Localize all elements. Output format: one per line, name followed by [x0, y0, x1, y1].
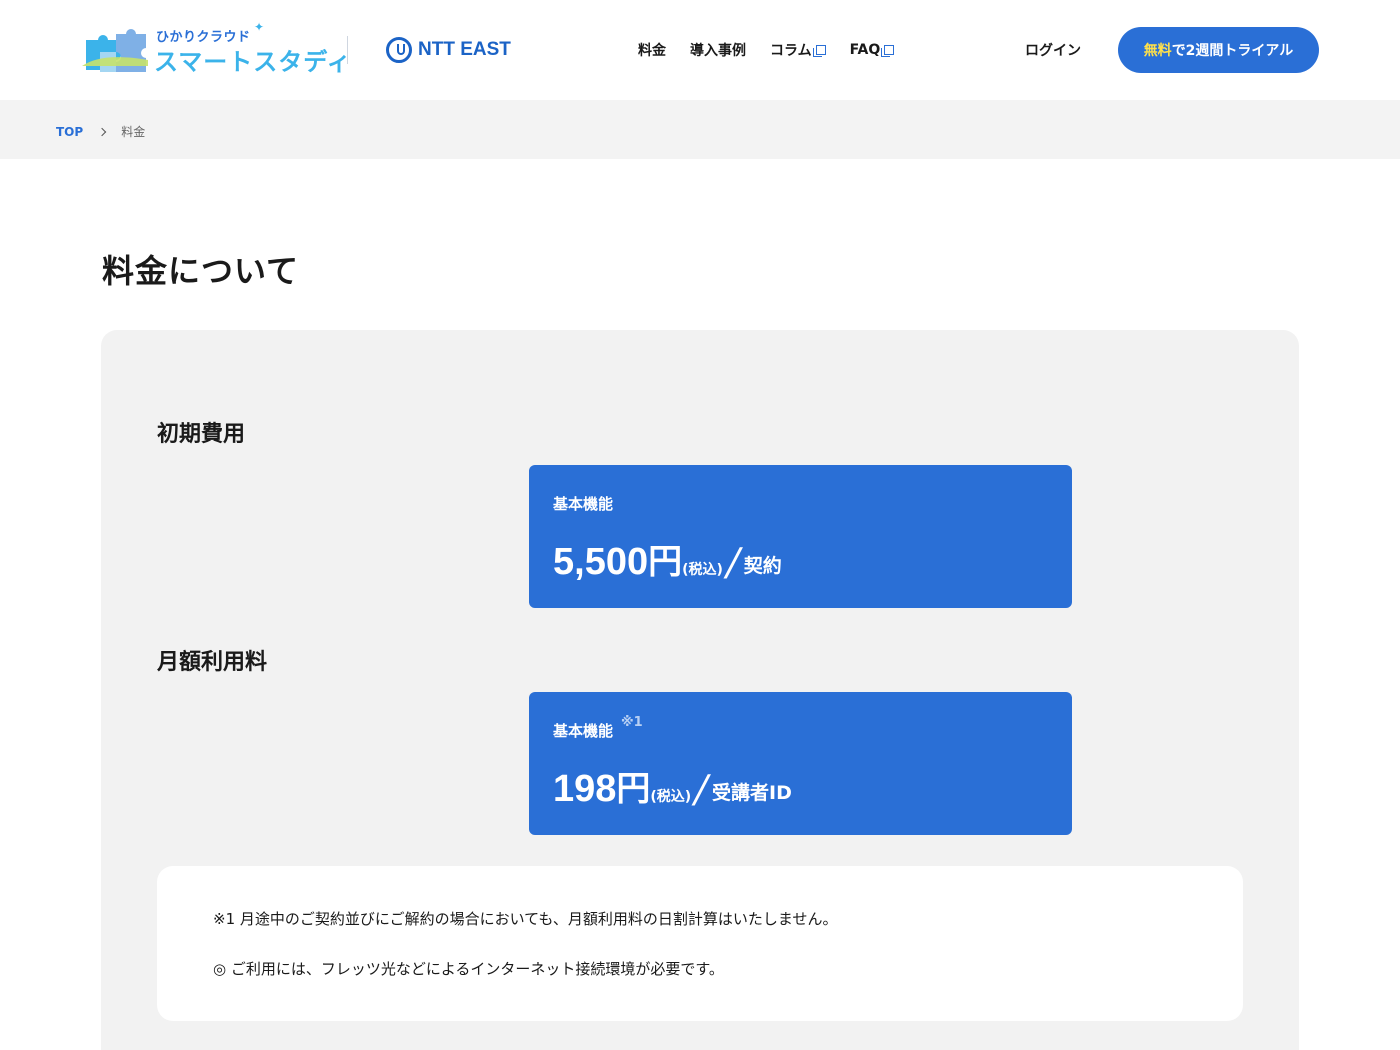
nav-item-case-studies[interactable]: 導入事例 — [690, 40, 746, 60]
free-trial-button[interactable]: 無料 で2週間トライアル — [1118, 27, 1319, 73]
price-unit: 契約 — [743, 555, 782, 577]
initial-fee-card: 基本機能 5,500 円 (税込) / 契約 — [529, 465, 1072, 608]
price-card-label: 基本機能 — [553, 493, 613, 514]
price-card-label: 基本機能 ※1 — [553, 715, 643, 741]
footnote-mark: ※1 — [621, 715, 643, 730]
note-billing: ※1 月途中のご契約並びにご解約の場合においても、月額利用料の日割計算はいたしま… — [213, 910, 838, 928]
price-slash: / — [690, 767, 713, 811]
nav-item-label: FAQ — [849, 42, 881, 58]
external-link-icon — [881, 45, 895, 57]
monthly-fee-card: 基本機能 ※1 198 円 (税込) / 受講者ID — [529, 692, 1072, 835]
note-requirements: ◎ ご利用には、フレッツ光などによるインターネット接続環境が必要です。 — [213, 960, 724, 978]
plan-name: 基本機能 — [553, 722, 614, 740]
monthly-fee-heading: 月額利用料 — [157, 650, 268, 675]
nav-item-label: コラム — [770, 43, 812, 59]
site-header: ひかりクラウド ✦ スマートスタディ NTT EAST 料金 導入事例 コラム … — [0, 0, 1400, 100]
breadcrumb: TOP 料金 — [0, 100, 1400, 159]
price-amount: 198 円 (税込) / 受講者ID — [553, 767, 792, 811]
tax-included-label: (税込) — [650, 789, 692, 805]
sparkle-icon: ✦ — [254, 20, 265, 34]
login-link[interactable]: ログイン — [1025, 40, 1081, 60]
price-slash: / — [722, 540, 745, 584]
cta-highlight: 無料 — [1143, 43, 1172, 59]
ntt-mark-icon — [386, 37, 412, 63]
tax-included-label: (税込) — [682, 562, 723, 578]
notes-box: ※1 月途中のご契約並びにご解約の場合においても、月額利用料の日割計算はいたしま… — [157, 866, 1243, 1021]
puzzle-logo-icon — [82, 29, 148, 72]
price-unit: 受講者ID — [712, 782, 792, 804]
price-number: 198 — [553, 768, 617, 810]
price-currency: 円 — [648, 542, 683, 582]
header-divider — [347, 36, 348, 64]
nav-item-faq[interactable]: FAQ — [850, 40, 895, 60]
pricing-panel: 初期費用 基本機能 5,500 円 (税込) / 契約 月額利用料 基本機能 ※1… — [101, 330, 1299, 1050]
initial-fee-heading: 初期費用 — [157, 422, 246, 447]
price-amount: 5,500 円 (税込) / 契約 — [553, 540, 782, 584]
ntt-east-text: NTT EAST — [418, 39, 511, 60]
logo-title: スマートスタディ — [154, 48, 352, 76]
nav-item-pricing[interactable]: 料金 — [638, 40, 666, 60]
breadcrumb-current: 料金 — [121, 125, 146, 139]
nav-item-label: 料金 — [638, 43, 666, 59]
page-title: 料金について — [102, 252, 300, 290]
ntt-east-logo[interactable]: NTT EAST — [386, 36, 511, 64]
plan-name: 基本機能 — [553, 495, 614, 513]
main-nav: 料金 導入事例 コラム FAQ — [638, 40, 895, 60]
nav-item-label: 導入事例 — [690, 43, 746, 59]
cta-label: で2週間トライアル — [1171, 43, 1294, 59]
chevron-right-icon — [97, 127, 107, 136]
nav-item-column[interactable]: コラム — [770, 40, 826, 60]
price-number: 5,500 — [553, 541, 649, 583]
price-currency: 円 — [616, 769, 651, 809]
external-link-icon — [812, 45, 826, 57]
breadcrumb-top-link[interactable]: TOP — [56, 125, 83, 139]
brand-logo[interactable]: ひかりクラウド ✦ スマートスタディ — [80, 20, 351, 76]
